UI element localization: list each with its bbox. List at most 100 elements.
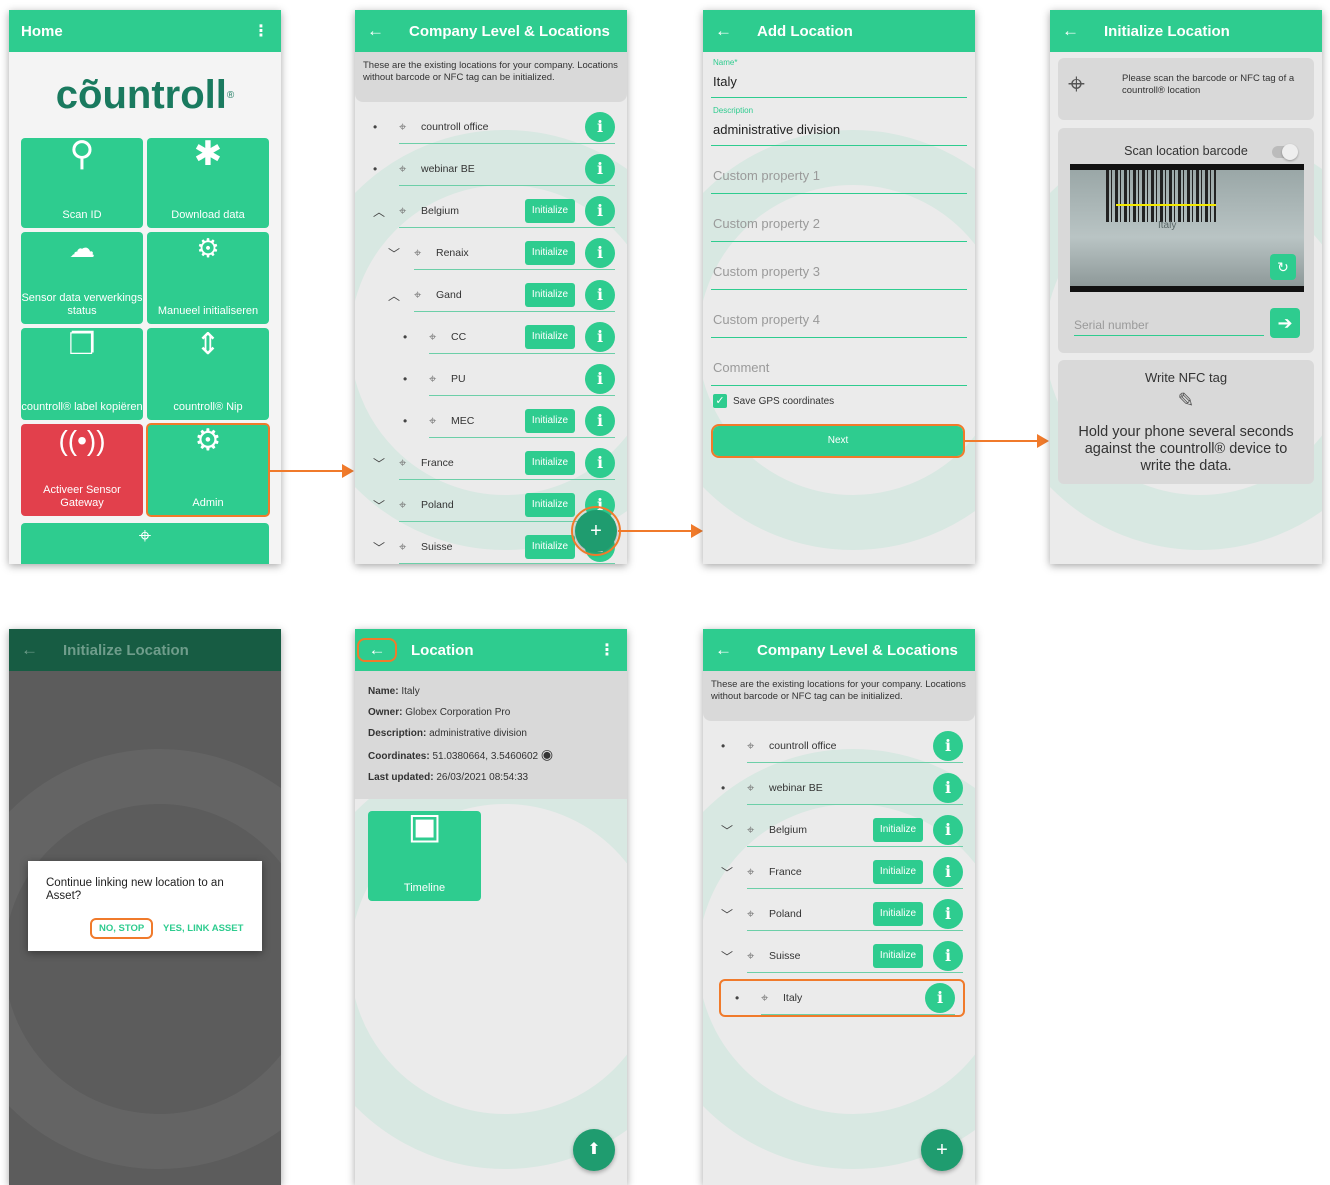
initialize-button[interactable]: Initialize [525, 409, 575, 433]
scan-id-tile[interactable]: ⚲ Scan ID [21, 137, 143, 228]
back-arrow-icon[interactable]: ← [715, 21, 737, 41]
chevron-down-icon[interactable]: ﹀ [373, 455, 385, 472]
admin-tile[interactable]: ⚙ Admin [146, 423, 270, 517]
flow-arrowhead [691, 524, 703, 538]
activate-gateway-tile[interactable]: ((•)) Activeer Sensor Gateway [21, 424, 143, 516]
location-row[interactable]: • ⌖ CC Initialize i [355, 316, 627, 358]
location-row[interactable]: ︿ ⌖ Belgium Initialize i [355, 190, 627, 232]
location-row[interactable]: • ⌖ countroll office i [355, 106, 627, 148]
custom-property-3-field[interactable]: Custom property 3 [711, 244, 967, 292]
initialize-button[interactable]: Initialize [525, 325, 575, 349]
location-row[interactable]: ﹀ ⌖ Suisse Initialize i [703, 935, 975, 977]
location-name: Gand [436, 289, 462, 301]
copy-label-tile[interactable]: ❐ countroll® label kopiëren [21, 328, 143, 420]
location-row[interactable]: • ⌖ webinar BE i [703, 767, 975, 809]
chevron-down-icon[interactable]: ﹀ [373, 539, 385, 556]
comment-field[interactable]: Comment [711, 340, 967, 388]
location-row[interactable]: ︿ ⌖ Gand Initialize i [355, 274, 627, 316]
initialize-button[interactable]: Initialize [525, 451, 575, 475]
initialize-location-screen: ← Initialize Location ⌖ Please scan the … [1050, 10, 1322, 564]
location-row[interactable]: • ⌖ PU i [355, 358, 627, 400]
submit-arrow-button[interactable]: ➔ [1270, 308, 1300, 338]
gps-checkbox-row[interactable]: ✓ Save GPS coordinates [713, 388, 965, 414]
info-icon[interactable]: i [933, 899, 963, 929]
sensor-data-status-tile[interactable]: ☁ Sensor data verwerkings status [21, 232, 143, 324]
info-icon[interactable]: i [585, 154, 615, 184]
info-icon[interactable]: i [933, 731, 963, 761]
location-row[interactable]: ﹀ ⌖ Renaix Initialize i [355, 232, 627, 274]
initialize-button[interactable]: Initialize [525, 241, 575, 265]
chevron-down-icon[interactable]: ﹀ [721, 948, 733, 965]
chevron-up-icon[interactable]: ︿ [388, 287, 400, 304]
info-icon[interactable]: i [585, 364, 615, 394]
initialize-button[interactable]: Initialize [525, 283, 575, 307]
extra-tile[interactable]: ⌖ [21, 523, 269, 564]
upload-fab[interactable]: ⬆ [573, 1129, 615, 1171]
name-field[interactable]: Name* Italy [711, 52, 967, 100]
info-icon[interactable]: i [933, 857, 963, 887]
location-row[interactable]: • ⌖ Italy i [717, 977, 967, 1019]
info-icon[interactable]: i [585, 280, 615, 310]
location-row[interactable]: ﹀ ⌖ France Initialize i [355, 442, 627, 484]
gps-target-icon[interactable]: ◉ [541, 746, 553, 762]
overflow-menu-icon[interactable]: ⋮ [599, 640, 615, 660]
location-row[interactable]: ﹀ ⌖ France Initialize i [703, 851, 975, 893]
info-icon[interactable]: i [933, 773, 963, 803]
info-icon[interactable]: i [585, 238, 615, 268]
info-icon[interactable]: i [933, 941, 963, 971]
download-data-tile[interactable]: ✱ Download data [147, 137, 269, 228]
location-row[interactable]: • ⌖ MEC Initialize i [355, 400, 627, 442]
location-pin-icon: ⌖ [1068, 68, 1085, 101]
chevron-down-icon[interactable]: ﹀ [721, 906, 733, 923]
location-row[interactable]: ﹀ ⌖ Poland Initialize i [703, 893, 975, 935]
chevron-down-icon[interactable]: ﹀ [388, 245, 400, 262]
info-icon[interactable]: i [585, 112, 615, 142]
info-icon[interactable]: i [585, 448, 615, 478]
location-name: Poland [769, 908, 802, 920]
initialize-button[interactable]: Initialize [873, 902, 923, 926]
custom-property-1-field[interactable]: Custom property 1 [711, 148, 967, 196]
overflow-menu-icon[interactable]: ⋮ [253, 21, 269, 41]
add-location-fab[interactable]: + [921, 1129, 963, 1171]
custom-property-4-field[interactable]: Custom property 4 [711, 292, 967, 340]
back-arrow-icon[interactable]: ← [1062, 21, 1084, 41]
initialize-button[interactable]: Initialize [873, 944, 923, 968]
camera-preview: Italy ↻ [1070, 164, 1304, 292]
scan-toggle[interactable] [1272, 144, 1298, 160]
chevron-up-icon[interactable]: ︿ [373, 203, 385, 220]
location-name: webinar BE [421, 163, 475, 175]
calendar-icon: ▣ [407, 805, 442, 846]
nip-tile[interactable]: ⇕ countroll® Nip [147, 328, 269, 420]
info-icon[interactable]: i [585, 196, 615, 226]
info-icon[interactable]: i [925, 983, 955, 1013]
back-arrow-icon[interactable]: ← [367, 21, 389, 41]
no-stop-button[interactable]: NO, STOP [90, 918, 154, 939]
initialize-button[interactable]: Initialize [525, 493, 575, 517]
location-row[interactable]: ﹀ ⌖ Belgium Initialize i [703, 809, 975, 851]
initialize-button[interactable]: Initialize [873, 818, 923, 842]
chevron-down-icon[interactable]: ﹀ [373, 497, 385, 514]
info-icon[interactable]: i [585, 322, 615, 352]
description-field[interactable]: Description administrative division [711, 100, 967, 148]
timeline-tile[interactable]: ▣ Timeline [368, 805, 481, 901]
back-arrow-icon[interactable]: ← [357, 638, 397, 662]
next-button[interactable]: Next [711, 424, 965, 458]
location-row[interactable]: • ⌖ webinar BE i [355, 148, 627, 190]
manual-init-tile[interactable]: ⚙ Manueel initialiseren [147, 232, 269, 324]
info-icon[interactable]: i [585, 406, 615, 436]
chevron-down-icon[interactable]: ﹀ [721, 822, 733, 839]
serial-number-input[interactable]: Serial number [1074, 316, 1264, 336]
chevron-down-icon[interactable]: ﹀ [721, 864, 733, 881]
info-icon[interactable]: i [933, 815, 963, 845]
yes-link-asset-button[interactable]: YES, LINK ASSET [163, 923, 243, 934]
add-location-fab[interactable]: + [571, 506, 621, 556]
app-bar: Home ⋮ [9, 10, 281, 52]
checkbox-checked-icon[interactable]: ✓ [713, 394, 727, 408]
initialize-button[interactable]: Initialize [525, 199, 575, 223]
location-row[interactable]: • ⌖ countroll office i [703, 725, 975, 767]
initialize-button[interactable]: Initialize [525, 535, 575, 559]
back-arrow-icon[interactable]: ← [715, 640, 737, 660]
initialize-button[interactable]: Initialize [873, 860, 923, 884]
custom-property-2-field[interactable]: Custom property 2 [711, 196, 967, 244]
refresh-icon[interactable]: ↻ [1270, 254, 1296, 280]
